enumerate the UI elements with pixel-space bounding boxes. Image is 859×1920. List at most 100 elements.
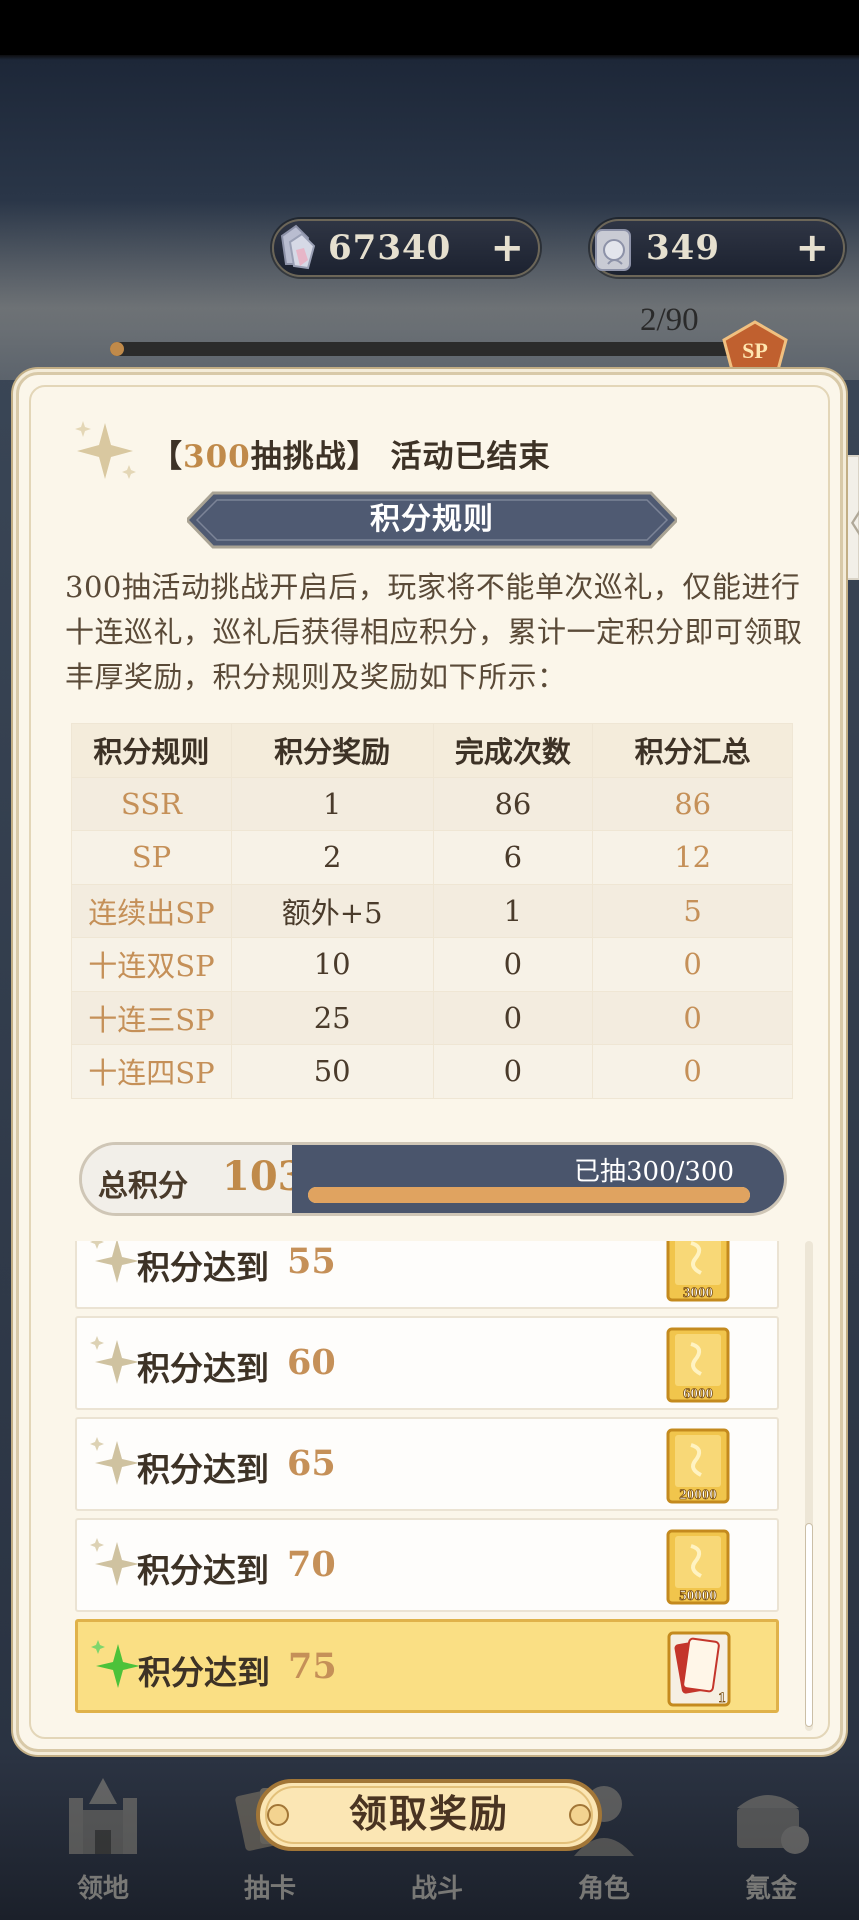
pull-progress-panel: 已抽300/300 xyxy=(292,1145,784,1213)
castle-icon xyxy=(69,1778,137,1854)
rule-count: 1 xyxy=(432,883,594,938)
nav-label: 氪金 xyxy=(744,1874,797,1904)
ticket-currency-pill[interactable]: 349 + xyxy=(590,219,845,277)
table-header-row: 积分规则 积分奖励 完成次数 积分汇总 xyxy=(71,723,793,778)
title-prefix: 【 xyxy=(151,439,183,475)
claim-reward-button[interactable]: 领取奖励 xyxy=(256,1777,602,1853)
rule-count: 6 xyxy=(432,830,594,885)
pity-progress-bar xyxy=(110,342,750,356)
rule-points: 25 xyxy=(230,990,434,1045)
milestone-row[interactable]: 积分达到 65 20000 xyxy=(75,1417,779,1511)
claim-reward-label: 领取奖励 xyxy=(348,1791,509,1836)
reward-amount: 1 xyxy=(718,1690,726,1706)
reward-amount: 3000 xyxy=(683,1285,713,1301)
milestone-value: 75 xyxy=(288,1646,337,1687)
scrollbar-thumb[interactable] xyxy=(805,1523,813,1727)
milestone-scrollbar[interactable] xyxy=(805,1241,813,1731)
nav-label: 战斗 xyxy=(410,1874,463,1904)
milestone-label: 积分达到 xyxy=(137,1248,269,1287)
table-header: 积分汇总 xyxy=(592,723,793,778)
milestone-value: 55 xyxy=(287,1241,336,1282)
rule-name: 连续出SP xyxy=(71,883,232,938)
total-score-bar: 总积分 103 已抽300/300 xyxy=(79,1142,787,1216)
nav-label: 领地 xyxy=(76,1874,129,1904)
pity-progress-count: 2/90 xyxy=(640,302,699,338)
table-row: 十连四SP 50 0 0 xyxy=(71,1044,793,1099)
rule-count: 0 xyxy=(432,937,594,992)
nav-label: 抽卡 xyxy=(243,1874,296,1904)
score-rules-table: 积分规则 积分奖励 完成次数 积分汇总 SSR 1 86 86 SP 2 6 1… xyxy=(71,723,793,1099)
rules-banner-label: 积分规则 xyxy=(370,502,494,537)
reward-amount: 50000 xyxy=(679,1588,717,1604)
free-pass-reward-icon[interactable]: 1 xyxy=(666,1630,732,1708)
title-rest: 抽挑战】 活动已结束 xyxy=(250,439,551,475)
table-row: 连续出SP 额外+5 1 5 xyxy=(71,883,793,938)
gold-card-reward-icon[interactable]: 3000 xyxy=(665,1241,731,1303)
sparkle-icon xyxy=(75,421,136,479)
table-row: SP 2 6 12 xyxy=(71,830,793,885)
reward-amount: 20000 xyxy=(679,1487,717,1503)
gem-count: 67340 xyxy=(328,228,452,268)
rule-points: 50 xyxy=(230,1044,434,1099)
rule-name: SSR xyxy=(71,776,232,831)
status-bar xyxy=(0,0,859,55)
milestone-list[interactable]: 积分达到 55 3000 积分达到 60 6000 积分达到 65 20000 … xyxy=(75,1241,789,1729)
total-score-label: 总积分 xyxy=(98,1169,188,1204)
sp-badge-icon: SP xyxy=(722,320,788,372)
pull-count-text: 已抽300/300 xyxy=(573,1157,734,1187)
scroll-ticket-icon xyxy=(595,229,631,271)
milestone-value: 70 xyxy=(287,1544,336,1585)
crystal-icon xyxy=(280,224,316,270)
rules-banner: 积分规则 xyxy=(184,491,680,549)
rule-points: 2 xyxy=(230,830,434,885)
gold-card-reward-icon[interactable]: 50000 xyxy=(665,1528,731,1606)
gem-currency-pill[interactable]: 67340 + xyxy=(272,219,540,277)
rule-total: 5 xyxy=(592,883,793,938)
sp-badge-label: SP xyxy=(742,338,768,363)
nav-item-territory[interactable]: 领地 xyxy=(38,1770,168,1910)
rule-total: 86 xyxy=(592,776,793,831)
rule-name: 十连四SP xyxy=(71,1044,232,1099)
rule-total: 0 xyxy=(592,1044,793,1099)
rule-total: 12 xyxy=(592,830,793,885)
pity-progress-fill xyxy=(110,342,125,356)
add-ticket-button[interactable]: + xyxy=(795,227,829,269)
pull-progress-fill xyxy=(308,1187,750,1203)
event-modal: 【300抽挑战】 活动已结束 积分规则 300抽活动挑战开启后，玩家将不能单次巡… xyxy=(16,372,843,1752)
table-header: 完成次数 xyxy=(432,723,594,778)
add-gem-button[interactable]: + xyxy=(490,227,524,269)
milestone-label: 积分达到 xyxy=(138,1653,270,1692)
pull-progress-track xyxy=(308,1187,750,1203)
modal-title: 【300抽挑战】 活动已结束 xyxy=(151,431,551,476)
reward-amount: 6000 xyxy=(683,1386,713,1402)
table-row: 十连三SP 25 0 0 xyxy=(71,990,793,1045)
treasure-chest-icon xyxy=(737,1795,809,1854)
title-highlight: 300 xyxy=(183,439,251,475)
rule-name: 十连双SP xyxy=(71,937,232,992)
gold-card-reward-icon[interactable]: 20000 xyxy=(665,1427,731,1505)
rule-name: 十连三SP xyxy=(71,990,232,1045)
table-row: SSR 1 86 86 xyxy=(71,776,793,831)
milestone-row[interactable]: 积分达到 70 50000 xyxy=(75,1518,779,1612)
rules-description: 300抽活动挑战开启后，玩家将不能单次巡礼，仅能进行十连巡礼，巡礼后获得相应积分… xyxy=(65,570,803,694)
rule-points: 额外+5 xyxy=(230,883,434,938)
milestone-value: 60 xyxy=(287,1342,336,1383)
ticket-count: 349 xyxy=(646,228,720,268)
rule-name: SP xyxy=(71,830,232,885)
milestone-row[interactable]: 积分达到 60 6000 xyxy=(75,1316,779,1410)
table-row: 十连双SP 10 0 0 xyxy=(71,937,793,992)
nav-label: 角色 xyxy=(577,1874,630,1904)
milestone-row-active[interactable]: 积分达到 75 1 xyxy=(75,1619,779,1713)
rule-total: 0 xyxy=(592,937,793,992)
milestone-row[interactable]: 积分达到 55 3000 xyxy=(75,1241,779,1309)
milestone-label: 积分达到 xyxy=(137,1450,269,1489)
table-header: 积分规则 xyxy=(71,723,232,778)
gold-card-reward-icon[interactable]: 6000 xyxy=(665,1326,731,1404)
rule-count: 0 xyxy=(432,990,594,1045)
rule-count: 0 xyxy=(432,1044,594,1099)
rule-points: 10 xyxy=(230,937,434,992)
rule-points: 1 xyxy=(230,776,434,831)
milestone-label: 积分达到 xyxy=(137,1551,269,1590)
milestone-label: 积分达到 xyxy=(137,1349,269,1388)
nav-item-shop[interactable]: 氪金 xyxy=(706,1770,836,1910)
